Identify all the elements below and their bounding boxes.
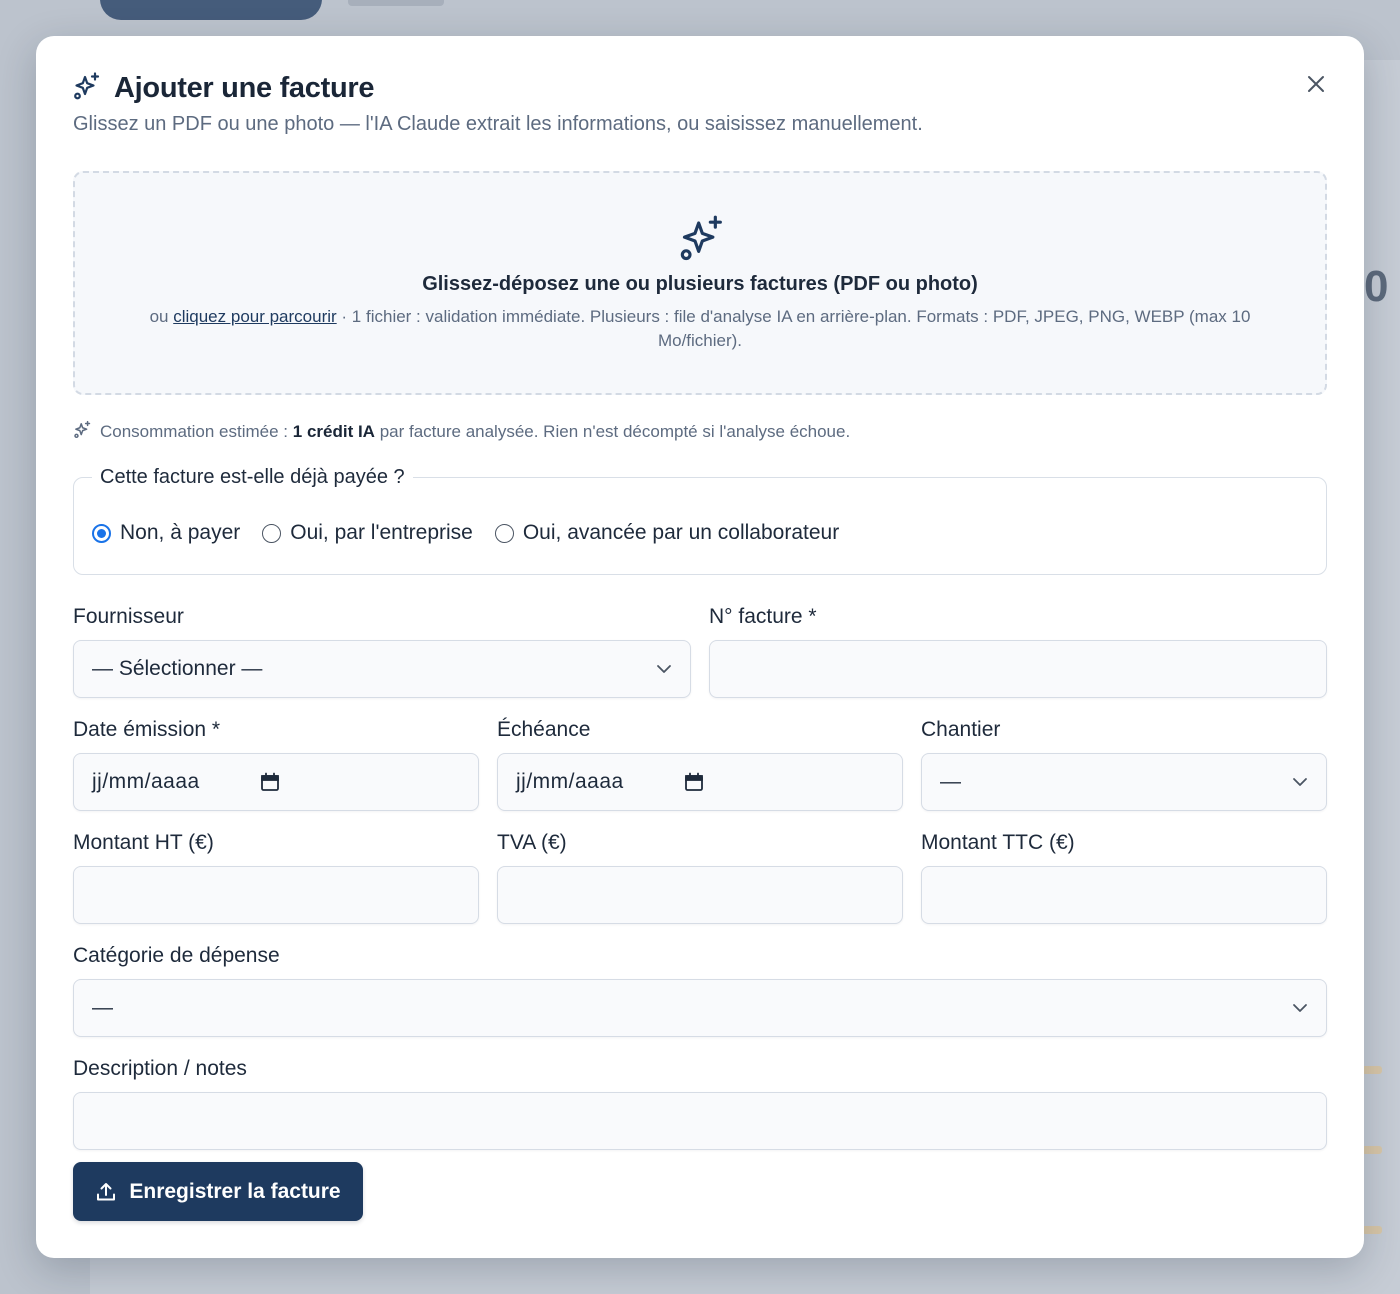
payment-status-legend: Cette facture est-elle déjà payée ? [100, 466, 405, 488]
credit-suffix: par facture analysée. Rien n'est décompt… [379, 422, 851, 441]
category-value: — [92, 996, 113, 1019]
background-badge [1362, 1226, 1382, 1234]
site-label: Chantier [921, 718, 1001, 741]
vat-label: TVA (€) [497, 831, 567, 854]
supplier-label: Fournisseur [73, 605, 184, 628]
modal-header: Ajouter une facture [72, 68, 374, 108]
site-value: — [940, 770, 961, 793]
background-row [90, 1256, 1350, 1294]
radio-option-paid-employee[interactable]: Oui, avancée par un collaborateur [494, 521, 840, 545]
radio-button[interactable] [494, 523, 514, 543]
calendar-icon[interactable] [684, 772, 704, 792]
sparkles-icon [72, 71, 102, 106]
upload-icon [97, 1182, 116, 1200]
radio-button[interactable] [262, 523, 282, 543]
close-button[interactable] [1300, 68, 1332, 100]
browse-link[interactable]: cliquez pour parcourir [173, 307, 336, 326]
description-input[interactable] [73, 1092, 1327, 1150]
chevron-down-icon [1293, 1004, 1307, 1012]
description-label: Description / notes [73, 1057, 247, 1080]
background-button [100, 0, 322, 20]
description-field: Description / notes [73, 1056, 1327, 1150]
amount-ht-input[interactable] [73, 866, 479, 924]
supplier-value: — Sélectionner — [92, 657, 263, 680]
add-invoice-modal: Ajouter une facture Glissez un PDF ou un… [36, 36, 1364, 1258]
close-icon [1308, 76, 1324, 92]
issue-date-label: Date émission * [73, 718, 221, 741]
background-badge [1362, 1146, 1382, 1154]
due-date-field: Échéance jj/mm/aaaa [497, 717, 903, 811]
category-label: Catégorie de dépense [73, 944, 280, 967]
credit-notice: Consommation estimée : 1 crédit IA par f… [73, 420, 850, 444]
chevron-down-icon [1293, 778, 1307, 786]
invoice-number-field: N° facture * [709, 604, 1327, 698]
radio-label: Oui, avancée par un collaborateur [522, 521, 840, 544]
background-tab [348, 0, 444, 6]
modal-subtitle: Glissez un PDF ou une photo — l'IA Claud… [73, 113, 923, 135]
supplier-select[interactable]: — Sélectionner — [73, 640, 691, 698]
vat-field: TVA (€) [497, 830, 903, 924]
credit-amount: 1 crédit IA [292, 422, 375, 441]
due-date-input[interactable]: jj/mm/aaaa [497, 753, 903, 811]
background-badge [1362, 1066, 1382, 1074]
file-dropzone[interactable]: Glissez-déposez une ou plusieurs facture… [73, 171, 1327, 395]
radio-label: Oui, par l'entreprise [290, 521, 473, 544]
due-date-label: Échéance [497, 718, 591, 741]
background-counter: 0 [1364, 262, 1389, 311]
sparkles-icon [677, 213, 727, 268]
radio-label: Non, à payer [120, 521, 241, 544]
amount-ht-label: Montant HT (€) [73, 831, 214, 854]
credit-prefix: Consommation estimée : [100, 422, 289, 441]
amount-ttc-label: Montant TTC (€) [921, 831, 1075, 854]
save-invoice-label: Enregistrer la facture [129, 1179, 341, 1203]
radio-button[interactable] [92, 523, 111, 543]
radio-option-paid-company[interactable]: Oui, par l'entreprise [262, 521, 473, 545]
invoice-number-label: N° facture * [709, 605, 817, 628]
dropzone-title: Glissez-déposez une ou plusieurs facture… [422, 273, 978, 295]
dropzone-hint: ou cliquez pour parcourir · 1 fichier : … [125, 305, 1275, 353]
category-select[interactable]: — [73, 979, 1327, 1037]
dropzone-hint-prefix: ou [149, 307, 169, 326]
site-field: Chantier — [921, 717, 1327, 811]
radio-option-unpaid[interactable]: Non, à payer [92, 521, 240, 545]
payment-status-group: Cette facture est-elle déjà payée ? Non,… [73, 466, 1327, 575]
calendar-icon[interactable] [260, 772, 280, 792]
amount-ttc-field: Montant TTC (€) [921, 830, 1327, 924]
sparkles-icon [73, 420, 92, 444]
save-invoice-button[interactable]: Enregistrer la facture [73, 1162, 363, 1221]
site-select[interactable]: — [921, 753, 1327, 811]
amount-ttc-input[interactable] [921, 866, 1327, 924]
payment-options: Non, à payer Oui, par l'entreprise Oui, … [92, 521, 1308, 545]
issue-date-input[interactable]: jj/mm/aaaa [73, 753, 479, 811]
issue-date-field: Date émission * jj/mm/aaaa [73, 717, 479, 811]
modal-title: Ajouter une facture [114, 71, 375, 104]
supplier-field: Fournisseur — Sélectionner — [73, 604, 691, 698]
dropzone-hint-suffix: · 1 fichier : validation immédiate. Plus… [341, 307, 1251, 350]
chevron-down-icon [657, 665, 671, 673]
vat-input[interactable] [497, 866, 903, 924]
invoice-number-input[interactable] [709, 640, 1327, 698]
amount-ht-field: Montant HT (€) [73, 830, 479, 924]
category-field: Catégorie de dépense — [73, 943, 1327, 1037]
